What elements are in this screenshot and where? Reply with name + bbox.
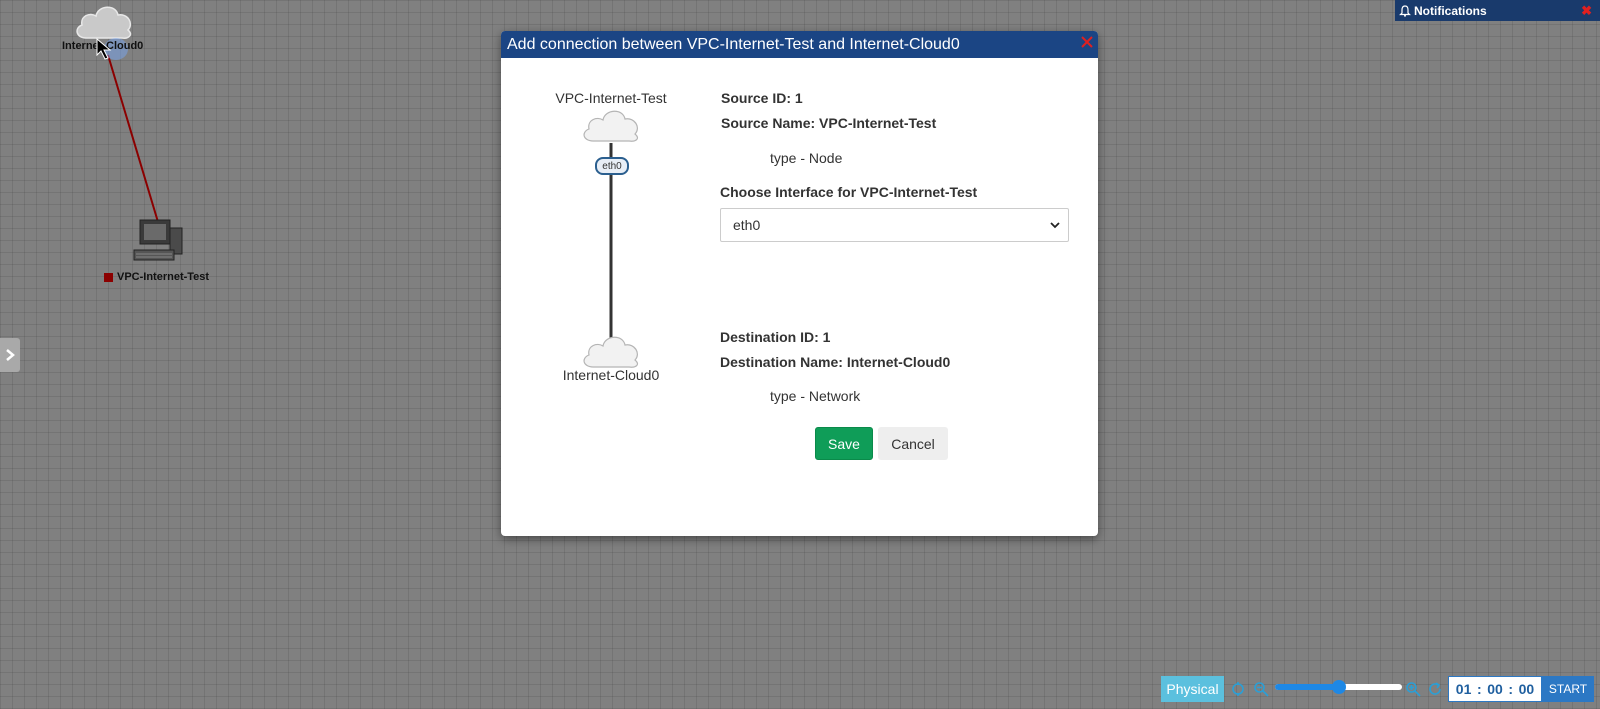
close-icon[interactable] xyxy=(1080,35,1094,49)
zoom-slider[interactable] xyxy=(1275,680,1402,694)
zoom-in-icon[interactable] xyxy=(1405,681,1421,697)
zoom-slider-fill xyxy=(1275,684,1339,690)
zoom-reset-icon[interactable] xyxy=(1230,681,1246,697)
status-indicator xyxy=(104,273,113,282)
add-connection-dialog: Add connection between VPC-Internet-Test… xyxy=(501,31,1098,536)
destination-id-label: Destination ID: xyxy=(720,329,819,345)
interface-label: Choose Interface for VPC-Internet-Test xyxy=(720,184,978,200)
save-button[interactable]: Save xyxy=(815,427,873,460)
zoom-slider-thumb[interactable] xyxy=(1331,680,1346,694)
interface-select[interactable]: eth0 xyxy=(720,208,1069,242)
source-name-label: Source Name: xyxy=(721,115,816,131)
destination-type: type - Network xyxy=(770,388,861,404)
interface-tag-label: eth0 xyxy=(602,160,622,172)
cloud-icon xyxy=(76,6,132,39)
timer-separator: : xyxy=(1476,681,1482,697)
diagram-source-label: VPC-Internet-Test xyxy=(555,90,667,106)
sidebar-expand-button[interactable] xyxy=(0,338,20,372)
dialog-title: Add connection between VPC-Internet-Test… xyxy=(507,35,960,53)
notifications-title: Notifications xyxy=(1414,3,1487,18)
timer-separator: : xyxy=(1508,681,1514,697)
source-id-value: 1 xyxy=(794,90,803,106)
computer-icon xyxy=(133,219,183,261)
cancel-button[interactable]: Cancel xyxy=(878,427,948,460)
chevron-right-icon xyxy=(6,349,15,361)
destination-id-value: 1 xyxy=(822,329,831,345)
diagram-destination-label: Internet-Cloud0 xyxy=(562,367,660,383)
canvas-node-internet-cloud[interactable]: Internet-Cloud0 xyxy=(60,0,170,60)
destination-id: Destination ID: 1 xyxy=(720,329,830,345)
source-id: Source ID: 1 xyxy=(721,90,803,106)
timer-seconds: 00 xyxy=(1518,681,1535,697)
refresh-icon[interactable] xyxy=(1427,681,1443,697)
source-id-label: Source ID: xyxy=(721,90,792,106)
timer-hours: 01 xyxy=(1455,681,1472,697)
bell-icon xyxy=(1399,4,1411,17)
source-name-value: VPC-Internet-Test xyxy=(819,115,937,131)
cloud-icon xyxy=(583,336,639,368)
close-icon[interactable]: ✖ xyxy=(1581,3,1592,19)
interface-tag: eth0 xyxy=(595,157,629,175)
destination-name: Destination Name: Internet-Cloud0 xyxy=(720,354,950,370)
source-type: type - Node xyxy=(770,150,843,166)
destination-name-value: Internet-Cloud0 xyxy=(846,354,951,370)
cloud-icon xyxy=(583,110,639,142)
zoom-out-icon[interactable] xyxy=(1253,681,1269,697)
timer-display[interactable]: 01 : 00 : 00 xyxy=(1448,676,1542,702)
source-name: Source Name: VPC-Internet-Test xyxy=(721,115,936,131)
timer-minutes: 00 xyxy=(1487,681,1503,697)
canvas-node-vpc[interactable]: VPC-Internet-Test xyxy=(100,218,230,288)
destination-name-label: Destination Name: xyxy=(720,354,843,370)
physical-view-button[interactable]: Physical xyxy=(1161,676,1224,702)
start-button[interactable]: START xyxy=(1542,676,1594,702)
dialog-header: Add connection between VPC-Internet-Test… xyxy=(501,31,1098,58)
interface-select-value: eth0 xyxy=(733,217,761,233)
canvas-node-label: VPC-Internet-Test xyxy=(117,271,210,283)
mouse-cursor-icon xyxy=(96,38,112,60)
chevron-down-icon xyxy=(1050,222,1060,229)
connection-line xyxy=(609,143,613,363)
notifications-bar[interactable]: Notifications ✖ xyxy=(1395,0,1600,21)
